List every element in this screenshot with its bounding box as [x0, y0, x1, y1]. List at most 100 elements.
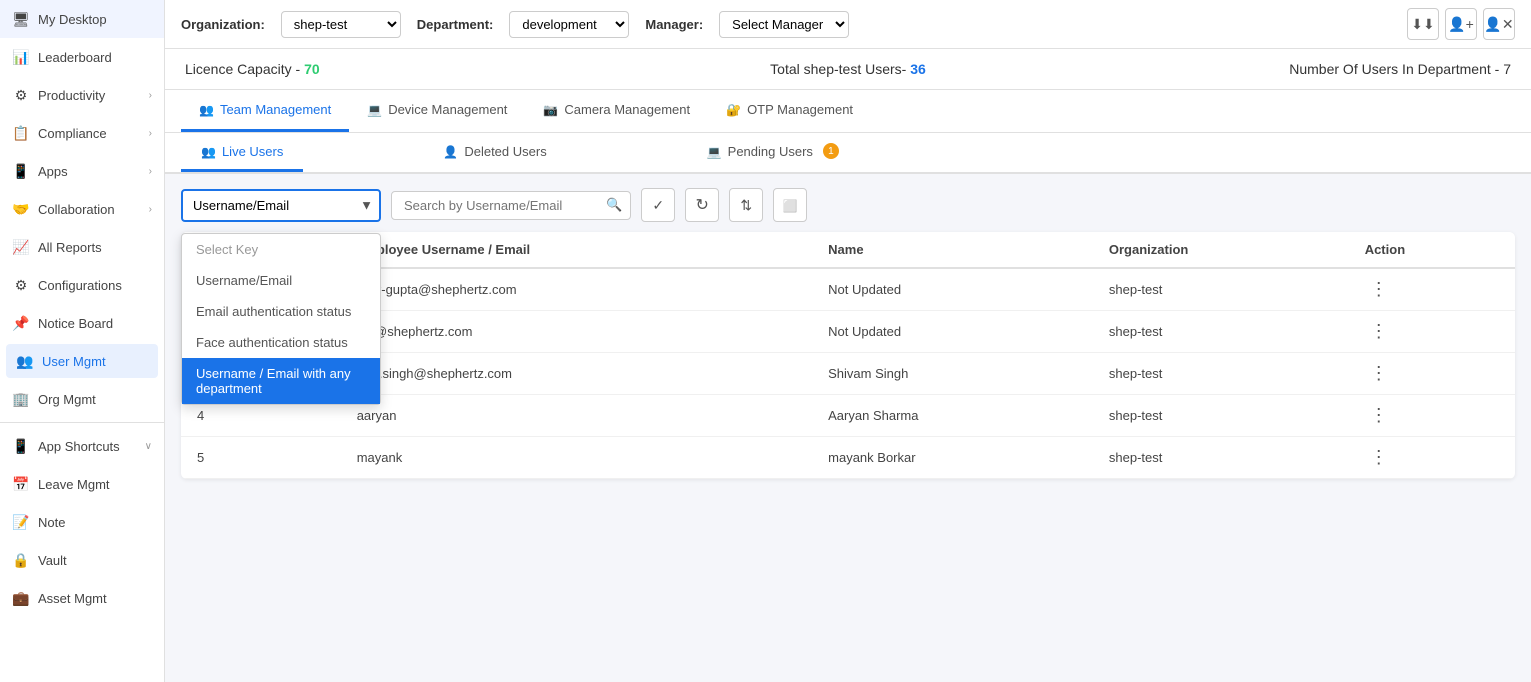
sidebar-item-apps[interactable]: Apps ›: [0, 152, 164, 190]
sidebar-item-vault[interactable]: Vault: [0, 541, 164, 579]
search-input[interactable]: [400, 192, 600, 219]
action-menu-button[interactable]: ⋮: [1365, 405, 1393, 426]
sidebar-item-label: Org Mgmt: [38, 392, 96, 407]
sidebar-item-all-reports[interactable]: All Reports: [0, 228, 164, 266]
dept-label: Department:: [417, 17, 494, 32]
sidebar-item-note[interactable]: Note: [0, 503, 164, 541]
subtab-deleted-users[interactable]: Deleted Users: [423, 134, 566, 172]
sidebar-item-leaderboard[interactable]: Leaderboard: [0, 38, 164, 76]
team-icon: [199, 102, 214, 117]
sidebar-item-label: User Mgmt: [42, 354, 106, 369]
sidebar-item-user-mgmt[interactable]: User Mgmt: [6, 344, 158, 378]
action-menu-button[interactable]: ⋮: [1365, 279, 1393, 300]
cell-org: shep-test: [1093, 311, 1349, 353]
pending-badge: 1: [823, 143, 839, 159]
search-icon: [606, 197, 622, 213]
org-select[interactable]: shep-test: [281, 11, 401, 38]
dept-select[interactable]: development: [509, 11, 629, 38]
sidebar-item-label: Asset Mgmt: [38, 591, 107, 606]
asset-icon: [12, 589, 30, 607]
col-action: Action: [1349, 232, 1515, 268]
table-row: 2 vm@shephertz.com Not Updated shep-test…: [181, 311, 1515, 353]
search-key-select-wrap: Username/Email ▼ Select Key Username/Ema…: [181, 189, 381, 222]
sidebar-item-label: Collaboration: [38, 202, 115, 217]
cell-username: may-gupta@shephertz.com: [341, 268, 812, 311]
download-button[interactable]: ⬇: [1407, 8, 1439, 40]
usermgmt-icon: [16, 352, 34, 370]
add-user-button[interactable]: 👤+: [1445, 8, 1477, 40]
vault-icon: [12, 551, 30, 569]
sidebar-item-label: Note: [38, 515, 65, 530]
table-row: 5 mayank mayank Borkar shep-test ⋮: [181, 437, 1515, 479]
sidebar-item-productivity[interactable]: Productivity ›: [0, 76, 164, 114]
config-icon: [12, 276, 30, 294]
search-key-select[interactable]: Username/Email: [181, 189, 381, 222]
cell-action: ⋮: [1349, 268, 1515, 311]
cell-org: shep-test: [1093, 353, 1349, 395]
dropdown-item-username-any-dept[interactable]: Username / Email with any department: [182, 358, 380, 404]
mgr-select[interactable]: Select Manager: [719, 11, 849, 38]
sidebar-item-collaboration[interactable]: Collaboration ›: [0, 190, 164, 228]
mgr-label: Manager:: [645, 17, 703, 32]
checkmark-button[interactable]: [641, 188, 675, 222]
licence-capacity: Licence Capacity - 70: [185, 61, 627, 77]
cell-name: Aaryan Sharma: [812, 395, 1093, 437]
cell-org: shep-test: [1093, 268, 1349, 311]
total-users: Total shep-test Users- 36: [627, 61, 1069, 77]
table-row: 1 may-gupta@shephertz.com Not Updated sh…: [181, 268, 1515, 311]
remove-user-icon: 👤✕: [1484, 16, 1513, 33]
sidebar-item-configurations[interactable]: Configurations: [0, 266, 164, 304]
col-name: Name: [812, 232, 1093, 268]
tab-otp-management[interactable]: OTP Management: [708, 90, 871, 132]
export-button[interactable]: [773, 188, 807, 222]
sub-tabs: Live Users Deleted Users Pending Users 1: [165, 133, 1531, 174]
dropdown-item-select-key[interactable]: Select Key: [182, 234, 380, 265]
main-tabs: Team Management Device Management Camera…: [165, 90, 1531, 133]
users-table: Sr.No. Employee Username / Email Name Or…: [181, 232, 1515, 479]
tab-camera-management[interactable]: Camera Management: [525, 90, 708, 132]
sidebar-item-org-mgmt[interactable]: Org Mgmt: [0, 380, 164, 418]
sidebar-item-leave-mgmt[interactable]: Leave Mgmt: [0, 465, 164, 503]
cell-username: vm@shephertz.com: [341, 311, 812, 353]
refresh-icon: [695, 195, 708, 215]
cell-name: mayank Borkar: [812, 437, 1093, 479]
check-icon: [652, 197, 664, 214]
action-menu-button[interactable]: ⋮: [1365, 447, 1393, 468]
sidebar-divider: [0, 422, 164, 423]
sidebar: My Desktop Leaderboard Productivity › Co…: [0, 0, 165, 682]
tab-device-management[interactable]: Device Management: [349, 90, 525, 132]
sidebar-item-label: Productivity: [38, 88, 105, 103]
tab-team-management[interactable]: Team Management: [181, 90, 349, 132]
productivity-icon: [12, 86, 30, 104]
sort-icon: [740, 197, 752, 214]
subtab-pending-users[interactable]: Pending Users 1: [687, 133, 859, 172]
sidebar-item-label: Apps: [38, 164, 68, 179]
sidebar-item-asset-mgmt[interactable]: Asset Mgmt: [0, 579, 164, 617]
dropdown-item-face-auth[interactable]: Face authentication status: [182, 327, 380, 358]
device-icon: [367, 102, 382, 117]
cell-action: ⋮: [1349, 437, 1515, 479]
action-menu-button[interactable]: ⋮: [1365, 321, 1393, 342]
subtab-live-users[interactable]: Live Users: [181, 134, 303, 172]
collaboration-icon: [12, 200, 30, 218]
sidebar-item-compliance[interactable]: Compliance ›: [0, 114, 164, 152]
shortcuts-icon: [12, 437, 30, 455]
sidebar-app-shortcuts-toggle[interactable]: App Shortcuts ∨: [0, 427, 164, 465]
sidebar-item-my-desktop[interactable]: My Desktop: [0, 0, 164, 38]
dropdown-item-email-auth[interactable]: Email authentication status: [182, 296, 380, 327]
org-label: Organization:: [181, 17, 265, 32]
export-icon: [783, 197, 798, 214]
sidebar-item-label: Notice Board: [38, 316, 113, 331]
search-key-dropdown: Select Key Username/Email Email authenti…: [181, 233, 381, 405]
top-bar: Organization: shep-test Department: deve…: [165, 0, 1531, 49]
refresh-button[interactable]: [685, 188, 719, 222]
remove-user-button[interactable]: 👤✕: [1483, 8, 1515, 40]
sidebar-item-notice-board[interactable]: Notice Board: [0, 304, 164, 342]
table-header-row: Sr.No. Employee Username / Email Name Or…: [181, 232, 1515, 268]
cell-org: shep-test: [1093, 437, 1349, 479]
cell-srno: 5: [181, 437, 341, 479]
chevron-right-icon: ›: [149, 128, 152, 139]
action-menu-button[interactable]: ⋮: [1365, 363, 1393, 384]
dropdown-item-username-email[interactable]: Username/Email: [182, 265, 380, 296]
sort-button[interactable]: [729, 188, 763, 222]
